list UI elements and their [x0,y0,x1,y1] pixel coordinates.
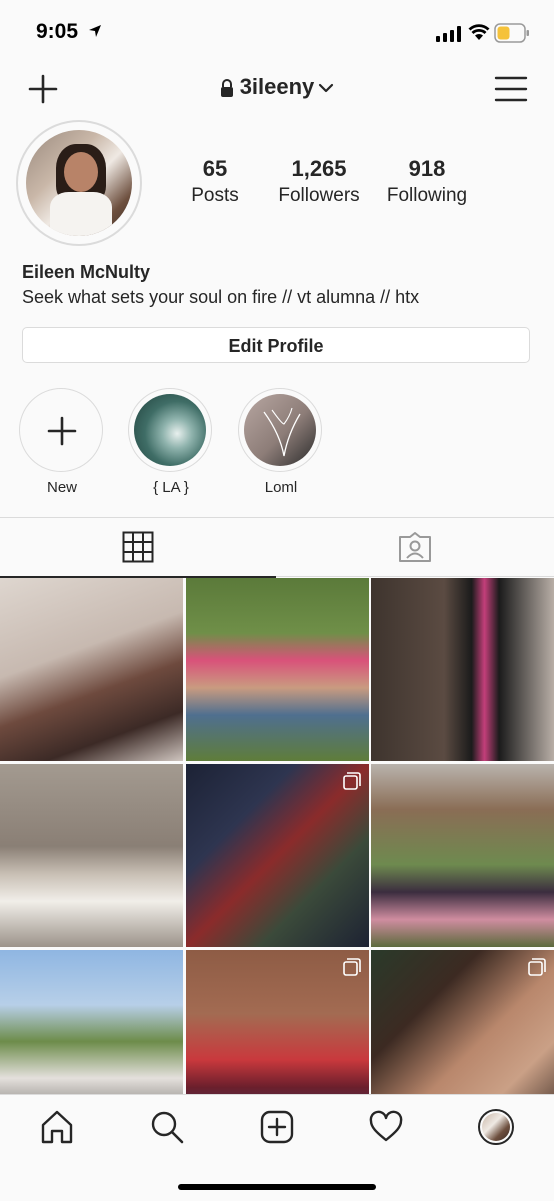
highlight-la[interactable]: { LA } [128,388,214,496]
location-arrow-icon [89,25,101,37]
stat-value: 65 [202,156,228,181]
stat-value: 1,265 [291,156,347,181]
highlight-circle [19,388,103,472]
stat-label: Followers [278,185,360,206]
home-icon[interactable] [39,1109,75,1145]
post-thumbnail[interactable] [186,764,369,947]
following-count[interactable]: 918 Following [372,156,482,207]
post-thumbnail[interactable] [0,950,183,1094]
followers-count[interactable]: 1,265 Followers [264,156,374,207]
profile-tab-avatar[interactable] [478,1109,514,1145]
tab-grid[interactable] [0,518,276,578]
grid-icon [122,531,154,563]
status-bar: 9:05 [0,0,554,66]
cellular-signal-icon [436,26,461,42]
username: 3ileeny [239,74,315,99]
multiple-posts-icon [528,958,546,976]
status-time: 9:05 [36,20,79,43]
plus-icon [47,416,77,446]
tab-tagged[interactable] [276,518,554,577]
highlight-label: { LA } [153,479,189,496]
profile-header: 3ileeny [0,66,554,112]
avatar [482,1113,510,1141]
menu-icon[interactable] [494,74,528,104]
stat-value: 918 [408,156,446,181]
post-thumbnail[interactable] [371,578,554,761]
posts-grid [0,578,554,1094]
wifi-icon [468,24,490,40]
multiple-posts-icon [343,958,361,976]
post-thumbnail[interactable] [371,950,554,1094]
highlight-circle [128,388,212,472]
highlight-new[interactable]: New [19,388,105,496]
battery-icon [494,23,529,43]
full-name: Eileen McNulty [22,262,151,282]
heart-icon[interactable] [368,1109,404,1145]
chevron-down-icon [319,84,334,93]
posts-count[interactable]: 65 Posts [160,156,270,207]
post-thumbnail[interactable] [0,764,183,947]
post-thumbnail[interactable] [186,950,369,1094]
highlight-circle [238,388,322,472]
search-icon[interactable] [149,1109,185,1145]
stat-label: Posts [191,185,239,206]
highlight-label: New [46,479,77,496]
add-post-icon[interactable] [259,1109,295,1145]
post-thumbnail[interactable] [186,578,369,761]
stat-label: Following [386,185,468,206]
lock-icon [220,79,233,98]
profile-tabs [0,517,554,578]
highlight-label: Loml [264,479,298,496]
username-switcher[interactable]: 3ileeny [0,74,554,100]
home-indicator [178,1184,376,1190]
post-thumbnail[interactable] [371,764,554,947]
bio-text: Seek what sets your soul on fire // vt a… [22,287,420,307]
profile-avatar[interactable] [16,120,142,246]
highlight-loml[interactable]: Loml [238,388,324,496]
profile-photo [26,130,132,236]
edit-profile-button[interactable]: Edit Profile [22,327,530,363]
tagged-person-icon [399,532,431,562]
multiple-posts-icon [343,772,361,790]
post-thumbnail[interactable] [0,578,183,761]
